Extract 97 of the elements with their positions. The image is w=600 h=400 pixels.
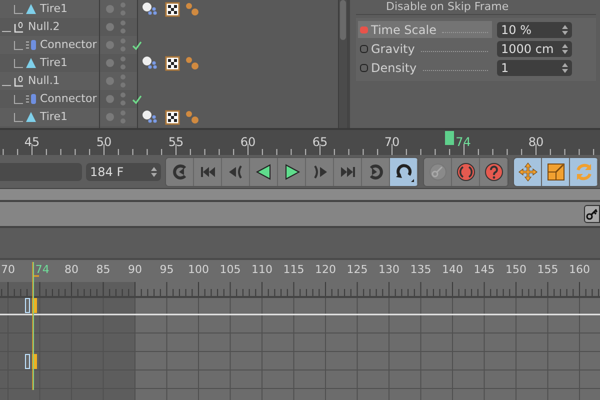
render-dots-icon[interactable]: [120, 2, 126, 16]
stepper-icon[interactable]: [562, 62, 568, 72]
frame-number: 45: [24, 134, 40, 151]
frame-number: 160: [569, 262, 590, 278]
scale-button[interactable]: [542, 158, 570, 186]
visibility-dot-icon[interactable]: [106, 77, 114, 85]
frame-number: 150: [506, 262, 526, 278]
stepper-icon[interactable]: [562, 24, 568, 34]
frame-number: 115: [283, 262, 304, 278]
help-icon: [484, 162, 504, 182]
attribute-label[interactable]: Time Scale: [358, 21, 492, 38]
cone-icon: [25, 3, 37, 15]
record-icon: [456, 162, 476, 182]
material-balls-icon[interactable]: [185, 56, 200, 70]
visibility-dot-icon[interactable]: [106, 95, 114, 103]
stepper-icon[interactable]: [562, 44, 568, 54]
move-button[interactable]: [514, 158, 542, 186]
current-frame: 74: [456, 133, 471, 151]
render-dots-icon[interactable]: [120, 110, 126, 124]
check-icon[interactable]: [132, 94, 142, 104]
scrollbar[interactable]: [338, 0, 347, 128]
loop-back-button[interactable]: [166, 158, 194, 186]
frame-number: 140: [442, 262, 463, 278]
frame-number: 135: [410, 262, 432, 278]
play-reverse-icon: [254, 162, 274, 182]
loop-button[interactable]: [390, 158, 418, 186]
frame-number: 95: [160, 262, 174, 278]
rotate-button[interactable]: [570, 158, 598, 186]
loop-icon: [394, 162, 414, 182]
playhead-marker[interactable]: [445, 131, 454, 145]
group-name[interactable]: Null.2: [28, 18, 60, 36]
checker-icon[interactable]: [165, 2, 180, 16]
frame-number: 100: [188, 262, 209, 278]
object-name[interactable]: Tire1: [40, 54, 68, 72]
frame-number: 125: [346, 262, 368, 278]
frame-number: 145: [474, 262, 495, 278]
frame-number: 65: [312, 134, 328, 151]
frame-number: 55: [168, 134, 184, 151]
material-balls-icon[interactable]: [185, 2, 200, 16]
move-icon: [518, 162, 538, 182]
keyframe[interactable]: [32, 298, 38, 313]
frame-number: 110: [252, 262, 272, 278]
render-dots-icon[interactable]: [120, 20, 126, 34]
null-object-icon: [13, 75, 25, 87]
frame-number: 85: [96, 262, 110, 278]
visibility-dot-icon[interactable]: [106, 59, 114, 67]
frame-number: 60: [240, 134, 256, 151]
keyframe[interactable]: [25, 298, 30, 313]
stepper-icon[interactable]: [151, 166, 157, 176]
checker-icon[interactable]: [165, 56, 180, 70]
material-balls-icon[interactable]: [185, 110, 200, 124]
object-name[interactable]: Connector: [40, 90, 97, 108]
render-dots-icon[interactable]: [120, 74, 126, 88]
frame-number: 90: [128, 262, 142, 278]
visibility-dot-icon[interactable]: [106, 113, 114, 121]
spheres-icon[interactable]: [142, 56, 160, 70]
null-object-icon: [13, 21, 25, 33]
attribute-label[interactable]: Gravity: [358, 40, 492, 57]
cone-icon: [25, 57, 37, 69]
key-icon: [428, 162, 448, 182]
frame-field[interactable]: 184 F: [86, 162, 161, 180]
value-field[interactable]: 1000 cm: [497, 40, 572, 56]
checker-icon[interactable]: [165, 110, 180, 124]
check-icon[interactable]: [132, 40, 142, 50]
scale-icon: [546, 162, 566, 182]
frame-number: 80: [528, 134, 544, 151]
visibility-dot-icon[interactable]: [106, 41, 114, 49]
spheres-icon[interactable]: [142, 110, 160, 124]
frame-number: 130: [378, 262, 400, 278]
frame-number: 80: [64, 262, 78, 278]
rotate-icon: [574, 162, 594, 182]
key-icon: [586, 208, 598, 220]
cone-icon: [25, 111, 37, 123]
render-dots-icon[interactable]: [120, 92, 126, 106]
cylinder-icon: [25, 39, 37, 51]
keyframe[interactable]: [25, 354, 30, 368]
value-field[interactable]: 1: [497, 60, 572, 76]
spheres-icon[interactable]: [142, 2, 160, 16]
keyframe-indicator-icon[interactable]: [360, 64, 368, 72]
frame-number: 155: [537, 262, 558, 278]
frame-number: 70: [1, 262, 15, 278]
key-button[interactable]: [584, 205, 600, 223]
frame-number: 50: [96, 134, 112, 151]
attribute-label[interactable]: Density: [358, 59, 492, 76]
visibility-dot-icon[interactable]: [106, 5, 114, 13]
section-heading: Disable on Skip Frame: [356, 0, 596, 15]
render-dots-icon[interactable]: [120, 38, 126, 52]
frame-number: 105: [220, 262, 241, 278]
render-dots-icon[interactable]: [120, 56, 126, 70]
frame-number: 70: [384, 134, 400, 151]
keyframe-indicator-icon[interactable]: [360, 44, 368, 52]
current-frame: 74: [35, 262, 50, 278]
frame-number: 120: [315, 262, 336, 278]
keyframe[interactable]: [32, 354, 38, 368]
value-field[interactable]: 10 %: [497, 22, 572, 38]
visibility-dot-icon[interactable]: [106, 23, 114, 31]
cylinder-icon: [25, 93, 37, 105]
